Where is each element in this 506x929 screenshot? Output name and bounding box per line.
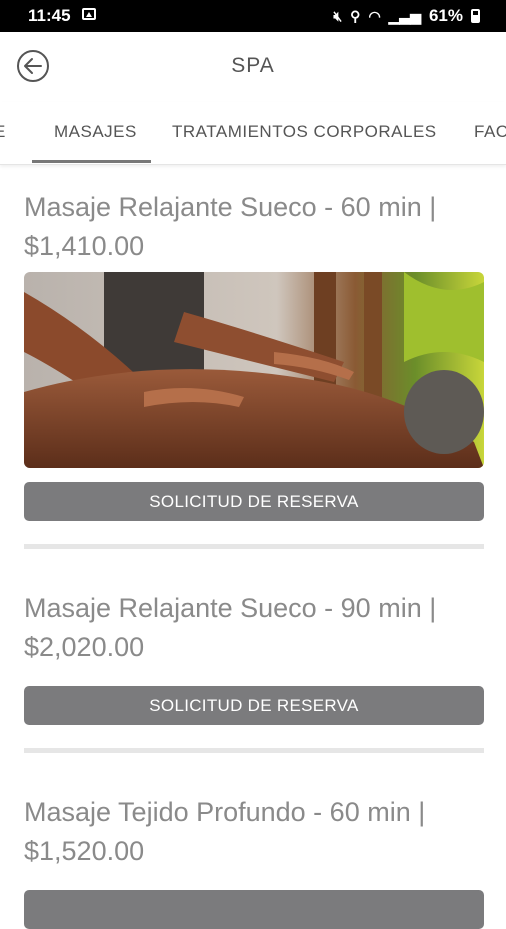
tab-faciales[interactable]: FAC — [474, 122, 506, 142]
tab-masajes[interactable]: MASAJES — [54, 122, 137, 142]
massage-photo — [24, 272, 484, 468]
wifi-icon: ◠ — [368, 7, 381, 24]
service-title: Masaje Tejido Profundo - 60 min | $1,520… — [24, 793, 484, 871]
status-icons: 🔇︎ ⚲ ◠ ▁▃▅ 61% — [333, 6, 480, 26]
service-price: $1,520.00 — [24, 836, 145, 866]
service-title: Masaje Relajante Sueco - 90 min | $2,020… — [24, 589, 484, 667]
battery-percent: 61% — [428, 6, 463, 25]
divider — [24, 748, 484, 753]
status-bar: 11:45 🔇︎ ⚲ ◠ ▁▃▅ 61% — [0, 0, 506, 32]
reserve-button[interactable]: SOLICITUD DE RESERVA — [24, 482, 484, 521]
tab-previous[interactable]: E — [0, 122, 6, 142]
page-title: SPA — [231, 54, 275, 77]
service-name: Masaje Relajante Sueco - 90 min | — [24, 593, 437, 623]
category-tabs: E MASAJES TRATAMIENTOS CORPORALES FAC — [0, 102, 506, 165]
tab-tratamientos-corporales[interactable]: TRATAMIENTOS CORPORALES — [172, 122, 437, 142]
battery-icon — [471, 9, 480, 23]
divider — [24, 544, 484, 549]
image-icon — [82, 8, 96, 20]
app-header: SPA — [0, 32, 506, 102]
service-price: $1,410.00 — [24, 231, 145, 261]
active-tab-indicator — [32, 160, 151, 163]
service-name: Masaje Relajante Sueco - 60 min | — [24, 192, 437, 222]
reserve-button[interactable]: SOLICITUD DE RESERVA — [24, 686, 484, 725]
status-time: 11:45 — [28, 6, 71, 25]
service-price: $2,020.00 — [24, 632, 145, 662]
reserve-button-partial[interactable] — [24, 890, 484, 929]
location-icon: ⚲ — [350, 7, 361, 24]
signal-icon: ▁▃▅ — [388, 7, 421, 24]
mute-icon: 🔇︎ — [333, 7, 343, 24]
massage-photo-illustration — [24, 272, 484, 468]
service-name: Masaje Tejido Profundo - 60 min | — [24, 797, 426, 827]
service-title: Masaje Relajante Sueco - 60 min | $1,410… — [24, 188, 484, 266]
